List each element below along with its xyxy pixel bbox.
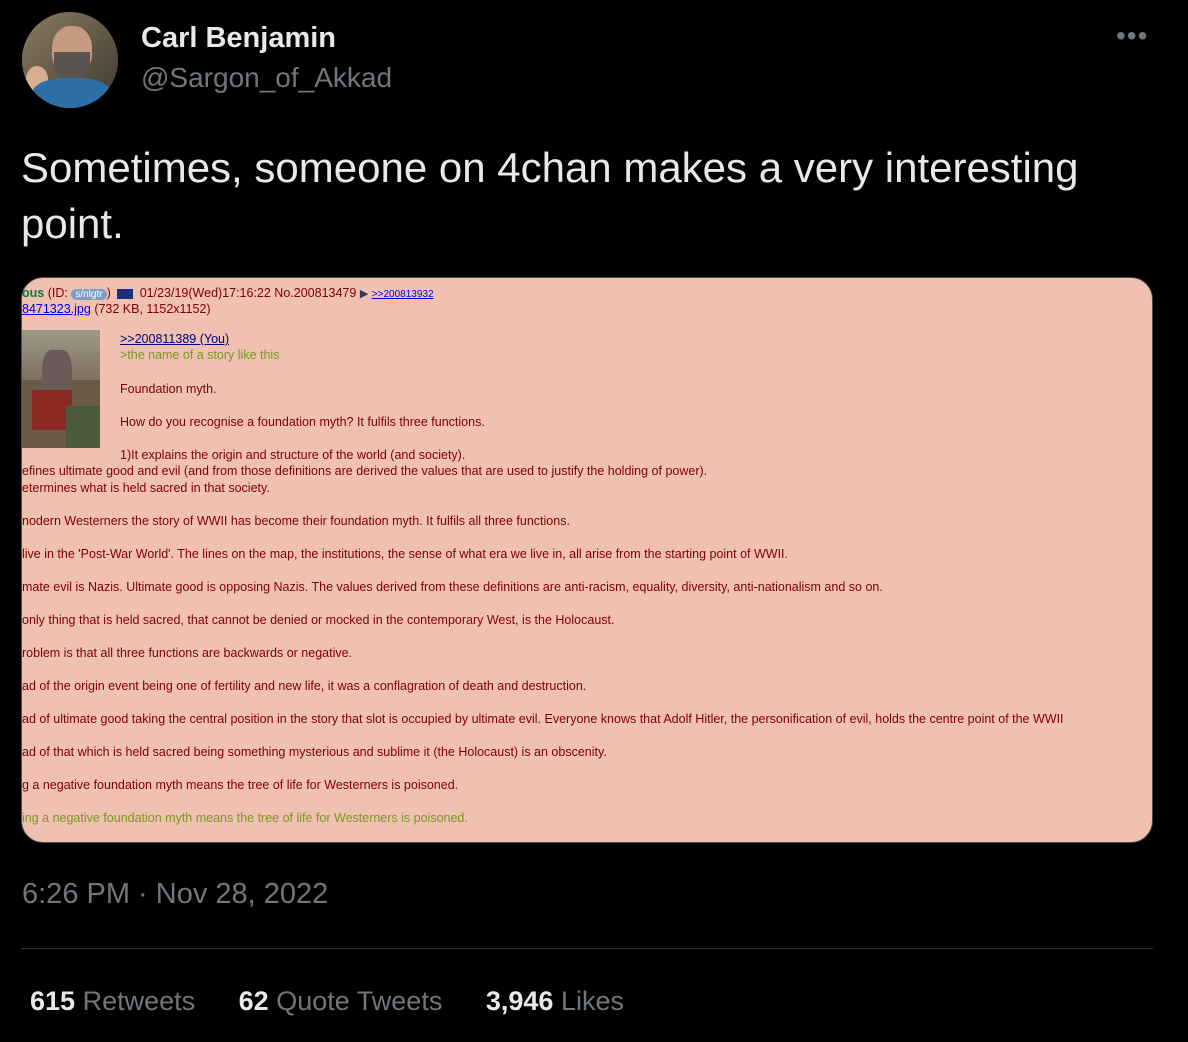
file-link: 8471323.jpg [22, 302, 91, 316]
quote-link: >>200811389 (You) [120, 332, 230, 346]
divider [21, 948, 1153, 949]
retweets-count: 615 [30, 986, 76, 1016]
tweet-timestamp[interactable]: 6:26 PM · Nov 28, 2022 [22, 878, 328, 911]
file-line: 8471323.jpg (732 KB, 1152x1152) [22, 302, 211, 316]
likes-count: 3,946 [485, 986, 554, 1016]
tweet-text: Sometimes, someone on 4chan makes a very… [21, 144, 1079, 247]
post-line: etermines what is held sacred in that so… [22, 481, 270, 495]
retweets-label: Retweets [82, 986, 196, 1016]
post-line: How do you recognise a foundation myth? … [120, 415, 485, 429]
more-options-icon[interactable]: ••• [1116, 20, 1148, 52]
post-line: roblem is that all three functions are b… [22, 646, 353, 660]
screenshot-4chan-post: ous (ID: s/nlgtr) 01/23/19(Wed)17:16:22 … [22, 278, 1152, 842]
author-avatar[interactable] [22, 12, 118, 108]
post-line: nodern Westerners the story of WWII has … [22, 514, 570, 528]
poster-id-badge: s/nlgtr [71, 289, 107, 300]
post-line: mate evil is Nazis. Ultimate good is opp… [22, 580, 883, 594]
quote-tweets-label: Quote Tweets [276, 986, 443, 1016]
post-menu-arrow-icon: ▶ [359, 288, 369, 300]
post-line: 1)It explains the origin and structure o… [120, 448, 466, 462]
post-line: efines ultimate good and evil (and from … [22, 464, 708, 478]
file-info: (732 KB, 1152x1152) [94, 302, 211, 316]
country-flag-icon [117, 288, 134, 299]
reply-backlink: >>200813932 [371, 289, 434, 300]
post-line: only thing that is held sacred, that can… [22, 613, 615, 627]
post-line: live in the 'Post-War World'. The lines … [22, 547, 788, 561]
tweet-stats: 615 Retweets 62 Quote Tweets 3,946 Likes [30, 986, 660, 1017]
likes-label: Likes [560, 986, 624, 1016]
post-line: ad of that which is held sacred being so… [22, 745, 607, 759]
author-handle[interactable]: @Sargon_of_Akkad [141, 62, 392, 94]
poster-id-suffix: ) [106, 286, 111, 300]
post-line: Foundation myth. [120, 382, 217, 396]
tweet-media-image[interactable]: ous (ID: s/nlgtr) 01/23/19(Wed)17:16:22 … [21, 277, 1153, 843]
quote-tweets-stat[interactable]: 62 Quote Tweets [239, 986, 443, 1017]
post-date: 01/23/19(Wed)17:16:22 No.200813479 [139, 286, 357, 300]
likes-stat[interactable]: 3,946 Likes [486, 986, 624, 1017]
quote-tweets-count: 62 [238, 986, 269, 1016]
post-thumbnail [22, 330, 100, 448]
greentext-line: ing a negative foundation myth means the… [22, 811, 468, 825]
post-line: ad of the origin event being one of fert… [22, 679, 587, 693]
post-line: g a negative foundation myth means the t… [22, 778, 459, 792]
greentext-line: >the name of a story like this [120, 348, 280, 362]
post-header: ous (ID: s/nlgtr) 01/23/19(Wed)17:16:22 … [22, 286, 434, 300]
post-line: ad of ultimate good taking the central p… [22, 712, 1064, 726]
retweets-stat[interactable]: 615 Retweets [30, 986, 195, 1017]
poster-id-prefix: (ID: [47, 286, 68, 300]
poster-name: ous [22, 286, 45, 300]
author-name[interactable]: Carl Benjamin [141, 22, 336, 55]
